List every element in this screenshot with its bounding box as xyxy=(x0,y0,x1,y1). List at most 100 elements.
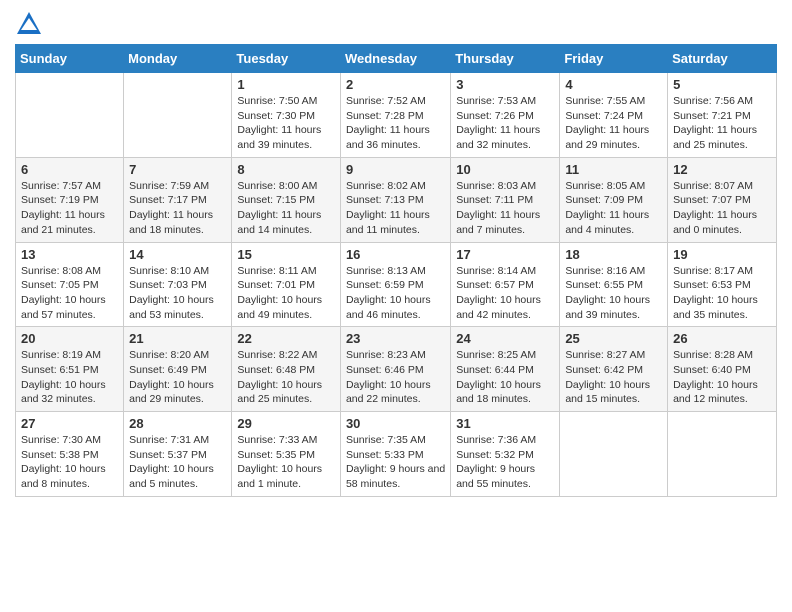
day-cell: 11 Sunrise: 8:05 AM Sunset: 7:09 PM Dayli… xyxy=(560,157,668,242)
day-number: 30 xyxy=(346,416,445,431)
day-number: 16 xyxy=(346,247,445,262)
day-cell xyxy=(560,412,668,497)
day-cell xyxy=(16,73,124,158)
day-cell: 25Sunrise: 8:27 AM Sunset: 6:42 PM Dayli… xyxy=(560,327,668,412)
weekday-header-sunday: Sunday xyxy=(16,45,124,73)
day-cell: 18 Sunrise: 8:16 AM Sunset: 6:55 PM Dayli… xyxy=(560,242,668,327)
day-cell: 12 Sunrise: 8:07 AM Sunset: 7:07 PM Dayli… xyxy=(668,157,777,242)
day-info: Sunrise: 8:11 AM Sunset: 7:01 PM Dayligh… xyxy=(237,264,335,323)
day-number: 10 xyxy=(456,162,554,177)
day-cell: 6 Sunrise: 7:57 AM Sunset: 7:19 PM Daylig… xyxy=(16,157,124,242)
day-info: Sunrise: 8:19 AM Sunset: 6:51 PM Dayligh… xyxy=(21,348,118,407)
day-number: 17 xyxy=(456,247,554,262)
day-info: Sunrise: 8:07 AM Sunset: 7:07 PM Dayligh… xyxy=(673,179,771,238)
day-number: 25 xyxy=(565,331,662,346)
day-cell: 21Sunrise: 8:20 AM Sunset: 6:49 PM Dayli… xyxy=(124,327,232,412)
week-row-5: 27 Sunrise: 7:30 AM Sunset: 5:38 PM Dayli… xyxy=(16,412,777,497)
calendar-container: SundayMondayTuesdayWednesdayThursdayFrid… xyxy=(0,0,792,512)
week-row-3: 13 Sunrise: 8:08 AM Sunset: 7:05 PM Dayli… xyxy=(16,242,777,327)
day-cell: 19Sunrise: 8:17 AM Sunset: 6:53 PM Dayli… xyxy=(668,242,777,327)
day-cell: 14 Sunrise: 8:10 AM Sunset: 7:03 PM Dayli… xyxy=(124,242,232,327)
calendar-table: SundayMondayTuesdayWednesdayThursdayFrid… xyxy=(15,44,777,497)
day-cell: 29Sunrise: 7:33 AM Sunset: 5:35 PM Dayli… xyxy=(232,412,341,497)
day-cell: 15 Sunrise: 8:11 AM Sunset: 7:01 PM Dayli… xyxy=(232,242,341,327)
day-cell: 10 Sunrise: 8:03 AM Sunset: 7:11 PM Dayli… xyxy=(451,157,560,242)
day-info: Sunrise: 7:33 AM Sunset: 5:35 PM Dayligh… xyxy=(237,433,335,492)
day-info: Sunrise: 8:20 AM Sunset: 6:49 PM Dayligh… xyxy=(129,348,226,407)
day-info: Sunrise: 8:23 AM Sunset: 6:46 PM Dayligh… xyxy=(346,348,445,407)
day-cell: 24 Sunrise: 8:25 AM Sunset: 6:44 PM Dayli… xyxy=(451,327,560,412)
day-cell: 23 Sunrise: 8:23 AM Sunset: 6:46 PM Dayli… xyxy=(340,327,450,412)
logo-icon xyxy=(15,10,43,38)
day-info: Sunrise: 8:16 AM Sunset: 6:55 PM Dayligh… xyxy=(565,264,662,323)
day-info: Sunrise: 7:36 AM Sunset: 5:32 PM Dayligh… xyxy=(456,433,554,492)
day-info: Sunrise: 7:56 AM Sunset: 7:21 PM Dayligh… xyxy=(673,94,771,153)
day-number: 28 xyxy=(129,416,226,431)
day-info: Sunrise: 8:22 AM Sunset: 6:48 PM Dayligh… xyxy=(237,348,335,407)
day-number: 13 xyxy=(21,247,118,262)
header xyxy=(15,10,777,38)
weekday-header-tuesday: Tuesday xyxy=(232,45,341,73)
day-cell: 20 Sunrise: 8:19 AM Sunset: 6:51 PM Dayli… xyxy=(16,327,124,412)
day-number: 18 xyxy=(565,247,662,262)
day-number: 12 xyxy=(673,162,771,177)
day-cell: 31Sunrise: 7:36 AM Sunset: 5:32 PM Dayli… xyxy=(451,412,560,497)
day-cell: 28 Sunrise: 7:31 AM Sunset: 5:37 PM Dayli… xyxy=(124,412,232,497)
day-cell: 2Sunrise: 7:52 AM Sunset: 7:28 PM Daylig… xyxy=(340,73,450,158)
day-number: 23 xyxy=(346,331,445,346)
day-number: 24 xyxy=(456,331,554,346)
day-info: Sunrise: 8:14 AM Sunset: 6:57 PM Dayligh… xyxy=(456,264,554,323)
day-number: 1 xyxy=(237,77,335,92)
day-info: Sunrise: 7:30 AM Sunset: 5:38 PM Dayligh… xyxy=(21,433,118,492)
day-cell xyxy=(124,73,232,158)
day-number: 4 xyxy=(565,77,662,92)
day-info: Sunrise: 7:50 AM Sunset: 7:30 PM Dayligh… xyxy=(237,94,335,153)
day-info: Sunrise: 8:13 AM Sunset: 6:59 PM Dayligh… xyxy=(346,264,445,323)
day-info: Sunrise: 8:05 AM Sunset: 7:09 PM Dayligh… xyxy=(565,179,662,238)
day-info: Sunrise: 8:02 AM Sunset: 7:13 PM Dayligh… xyxy=(346,179,445,238)
week-row-1: 1 Sunrise: 7:50 AM Sunset: 7:30 PM Daylig… xyxy=(16,73,777,158)
day-number: 5 xyxy=(673,77,771,92)
weekday-header-thursday: Thursday xyxy=(451,45,560,73)
day-cell: 22Sunrise: 8:22 AM Sunset: 6:48 PM Dayli… xyxy=(232,327,341,412)
logo xyxy=(15,10,47,38)
day-cell: 3 Sunrise: 7:53 AM Sunset: 7:26 PM Daylig… xyxy=(451,73,560,158)
day-info: Sunrise: 8:25 AM Sunset: 6:44 PM Dayligh… xyxy=(456,348,554,407)
weekday-header-friday: Friday xyxy=(560,45,668,73)
day-cell: 5 Sunrise: 7:56 AM Sunset: 7:21 PM Daylig… xyxy=(668,73,777,158)
day-cell: 27 Sunrise: 7:30 AM Sunset: 5:38 PM Dayli… xyxy=(16,412,124,497)
day-info: Sunrise: 8:08 AM Sunset: 7:05 PM Dayligh… xyxy=(21,264,118,323)
weekday-header-saturday: Saturday xyxy=(668,45,777,73)
day-number: 26 xyxy=(673,331,771,346)
day-number: 3 xyxy=(456,77,554,92)
day-info: Sunrise: 7:35 AM Sunset: 5:33 PM Dayligh… xyxy=(346,433,445,492)
day-cell: 13 Sunrise: 8:08 AM Sunset: 7:05 PM Dayli… xyxy=(16,242,124,327)
day-info: Sunrise: 7:57 AM Sunset: 7:19 PM Dayligh… xyxy=(21,179,118,238)
day-cell: 30 Sunrise: 7:35 AM Sunset: 5:33 PM Dayli… xyxy=(340,412,450,497)
day-number: 8 xyxy=(237,162,335,177)
day-cell: 1 Sunrise: 7:50 AM Sunset: 7:30 PM Daylig… xyxy=(232,73,341,158)
day-info: Sunrise: 7:31 AM Sunset: 5:37 PM Dayligh… xyxy=(129,433,226,492)
day-number: 6 xyxy=(21,162,118,177)
day-info: Sunrise: 8:03 AM Sunset: 7:11 PM Dayligh… xyxy=(456,179,554,238)
day-number: 15 xyxy=(237,247,335,262)
day-cell: 9 Sunrise: 8:02 AM Sunset: 7:13 PM Daylig… xyxy=(340,157,450,242)
day-info: Sunrise: 8:17 AM Sunset: 6:53 PM Dayligh… xyxy=(673,264,771,323)
day-info: Sunrise: 8:00 AM Sunset: 7:15 PM Dayligh… xyxy=(237,179,335,238)
day-number: 9 xyxy=(346,162,445,177)
day-info: Sunrise: 8:28 AM Sunset: 6:40 PM Dayligh… xyxy=(673,348,771,407)
day-number: 11 xyxy=(565,162,662,177)
day-info: Sunrise: 7:59 AM Sunset: 7:17 PM Dayligh… xyxy=(129,179,226,238)
day-cell xyxy=(668,412,777,497)
week-row-4: 20 Sunrise: 8:19 AM Sunset: 6:51 PM Dayli… xyxy=(16,327,777,412)
day-number: 14 xyxy=(129,247,226,262)
day-cell: 8 Sunrise: 8:00 AM Sunset: 7:15 PM Daylig… xyxy=(232,157,341,242)
weekday-header-wednesday: Wednesday xyxy=(340,45,450,73)
day-number: 27 xyxy=(21,416,118,431)
day-info: Sunrise: 7:53 AM Sunset: 7:26 PM Dayligh… xyxy=(456,94,554,153)
day-cell: 26 Sunrise: 8:28 AM Sunset: 6:40 PM Dayli… xyxy=(668,327,777,412)
day-cell: 16 Sunrise: 8:13 AM Sunset: 6:59 PM Dayli… xyxy=(340,242,450,327)
day-info: Sunrise: 8:10 AM Sunset: 7:03 PM Dayligh… xyxy=(129,264,226,323)
day-info: Sunrise: 7:55 AM Sunset: 7:24 PM Dayligh… xyxy=(565,94,662,153)
day-number: 20 xyxy=(21,331,118,346)
